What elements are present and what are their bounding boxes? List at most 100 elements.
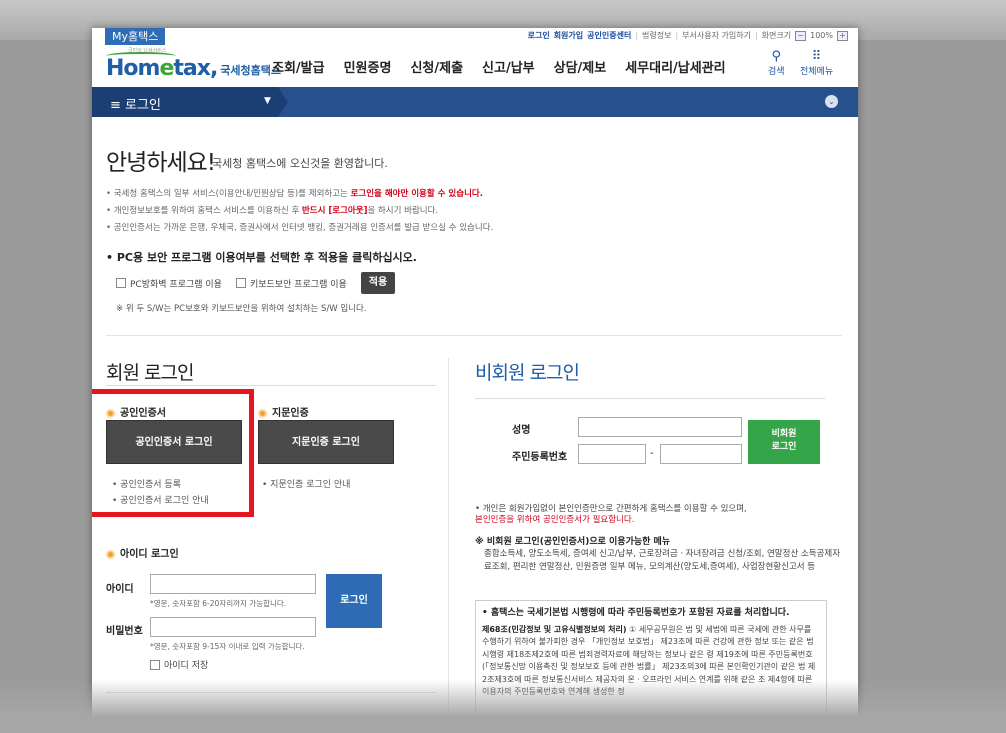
id-hint: *영문, 숫자포함 6-20자리까지 가능합니다. — [150, 599, 287, 608]
divider — [106, 692, 436, 693]
signup-link[interactable]: 회원가입 — [554, 30, 583, 41]
menu-report-payment[interactable]: 신고/납부 — [482, 57, 535, 76]
rrn-label: 주민등록번호 — [512, 452, 568, 463]
name-label: 성명 — [512, 425, 531, 436]
browser-page: My홈택스 로그인 회원가입 공인인증센터 | 법령정보 | 부서사용자 가입하… — [92, 28, 858, 718]
note-2-highlight: 반드시 [로그아웃] — [301, 206, 368, 216]
password-label: 비밀번호 — [106, 626, 143, 637]
note-3: • 공인인증서는 가까운 은행, 우체국, 증권사에서 인터넷 뱅킹, 증권거래… — [106, 223, 494, 233]
logo-tax: tax — [173, 56, 211, 81]
save-id-label: 아이디 저장 — [164, 661, 209, 671]
firewall-label: PC방화벽 프로그램 이용 — [130, 279, 222, 290]
legal-text: ① 세무공무원은 법 및 세법에 따른 국세에 관한 사무를 수행하기 위하여 … — [482, 624, 816, 697]
id-login-title-text: 아이디 로그인 — [120, 549, 179, 560]
menu-consult[interactable]: 상담/제보 — [554, 57, 607, 76]
dept-user-signup-link[interactable]: 부서사용자 가입하기 — [682, 30, 751, 41]
firewall-checkbox[interactable]: PC방화벽 프로그램 이용 — [116, 277, 222, 290]
utility-links: 로그인 회원가입 공인인증센터 | 법령정보 | 부서사용자 가입하기 | 화면… — [528, 30, 848, 41]
caret-down-icon[interactable]: ▼ — [264, 96, 271, 106]
nonmember-menu-title: ※ 비회원 로그인(공인인증서)으로 이용가능한 메뉴 — [475, 537, 671, 547]
name-input[interactable] — [578, 417, 742, 437]
login-link[interactable]: 로그인 — [528, 30, 550, 41]
rrn-back-input[interactable] — [660, 444, 742, 464]
search-label: 검색 — [768, 67, 785, 77]
id-label: 아이디 — [106, 584, 134, 595]
menu-tax-agent[interactable]: 세무대리/납세관리 — [625, 57, 725, 76]
apply-button[interactable]: 적용 — [360, 272, 396, 294]
security-note: ※ 위 두 S/W는 PC보호와 키보드보안을 위하여 설치하는 S/W 입니다… — [116, 304, 367, 314]
legal-article: 제68조(민감정보 및 고유식별정보의 처리) — [482, 624, 627, 634]
search-button[interactable]: ⚲ 검색 — [768, 49, 785, 77]
nonmember-note: • 개인은 회원가입없이 본인인증만으로 간편하게 홈택스를 이용할 수 있으며… — [475, 504, 835, 526]
note-2-text: • 개인정보보호를 위하여 홈택스 서비스를 이용하신 후 — [106, 206, 302, 216]
divider — [106, 385, 436, 386]
grid-icon: ⠿ — [811, 49, 822, 64]
security-options: PC방화벽 프로그램 이용 키보드보안 프로그램 이용 적용 — [116, 272, 396, 294]
greeting-subtitle: 국세청 홈택스에 오신것을 환영합니다. — [212, 157, 388, 170]
separator: | — [675, 31, 679, 40]
cert-center-link[interactable]: 공인인증센터 — [587, 30, 631, 41]
separator: | — [754, 31, 758, 40]
button-line-2: 로그인 — [771, 442, 797, 452]
note-2-tail: 을 하시기 바랍니다. — [367, 206, 439, 216]
keyboard-security-label: 키보드보안 프로그램 이용 — [249, 279, 347, 290]
all-menu-button[interactable]: ⠿ 전체메뉴 — [800, 49, 833, 77]
id-login-button[interactable]: 로그인 — [326, 574, 382, 628]
fingerprint-section-label: 지문인증 — [258, 404, 309, 419]
search-icon: ⚲ — [771, 49, 782, 64]
screen-size-label: 화면크기 — [761, 31, 792, 40]
logo-tagline: 국민의 납세서비스 — [128, 48, 167, 54]
password-input[interactable] — [150, 617, 316, 637]
note-2: • 개인정보보호를 위하여 홈택스 서비스를 이용하신 후 반드시 [로그아웃]… — [106, 203, 493, 220]
menu-inquiry-issue[interactable]: 조회/발급 — [272, 57, 325, 76]
greeting-notes: • 국세청 홈택스의 일부 서비스(이용안내/민원상담 등)를 제외하고는 로그… — [106, 186, 493, 237]
divider — [106, 335, 842, 336]
location-label: ≡ 로그인 — [110, 98, 161, 113]
checkbox-box[interactable] — [150, 659, 160, 670]
fingerprint-label-text: 지문인증 — [272, 408, 309, 419]
all-menu-label: 전체메뉴 — [800, 67, 834, 77]
separator: | — [635, 31, 639, 40]
nonmember-login-button[interactable]: 비회원 로그인 — [748, 420, 820, 464]
password-hint: *영문, 숫자포함 9-15자 이내로 입력 가능합니다. — [150, 642, 305, 651]
rrn-separator: - — [650, 448, 654, 459]
nonmember-note-highlight: 본인인증을 위하여 공인인증서가 필요합니다. — [475, 515, 635, 525]
fingerprint-guide-link[interactable]: • 지문인증 로그인 안내 — [262, 477, 350, 490]
id-login-title: 아이디 로그인 — [106, 545, 179, 560]
utility-bar: My홈택스 로그인 회원가입 공인인증센터 | 법령정보 | 부서사용자 가입하… — [92, 28, 858, 45]
location-arrow — [278, 87, 288, 117]
hometax-logo[interactable]: 국민의 납세서비스 Hometax, 국세청홈택스 — [106, 48, 281, 82]
chevron-down-icon[interactable]: ⌄ — [825, 95, 838, 108]
nonmember-login-title: 비회원 로그인 — [475, 362, 580, 384]
fingerprint-login-button[interactable]: 지문인증 로그인 — [258, 420, 394, 464]
main-menu: 조회/발급 민원증명 신청/제출 신고/납부 상담/제보 세무대리/납세관리 — [272, 57, 745, 76]
legal-notice-box[interactable]: • 홈택스는 국세기본법 시행령에 따라 주민등록번호가 포함된 자료를 처리합… — [475, 600, 827, 718]
note-1-text: • 국세청 홈택스의 일부 서비스(이용안내/민원상담 등)를 제외하고는 — [106, 189, 351, 199]
nonmember-menu-text: 종합소득세, 양도소득세, 증여세 신고/납부, 근로장려금ㆍ자녀장려금 신청/… — [484, 549, 841, 572]
member-login-title: 회원 로그인 — [106, 362, 194, 384]
main-header: 국민의 납세서비스 Hometax, 국세청홈택스 조회/발급 민원증명 신청/… — [92, 45, 858, 87]
legal-body: 제68조(민감정보 및 고유식별정보의 처리) ① 세무공무원은 법 및 세법에… — [482, 624, 820, 699]
save-id-checkbox[interactable]: 아이디 저장 — [150, 658, 208, 671]
zoom-level: 100% — [810, 31, 833, 40]
nonmember-note-line: • 개인은 회원가입없이 본인인증만으로 간편하게 홈택스를 이용할 수 있으며… — [475, 504, 747, 514]
checkbox-box[interactable] — [116, 278, 126, 288]
legal-title: • 홈택스는 국세기본법 시행령에 따라 주민등록번호가 포함된 자료를 처리합… — [482, 608, 790, 618]
my-hometax-tab[interactable]: My홈택스 — [105, 28, 166, 45]
divider — [475, 398, 825, 399]
bullet-icon — [258, 408, 267, 418]
location-bar: ≡ 로그인 ▼ ⌄ — [92, 87, 858, 117]
keyboard-security-checkbox[interactable]: 키보드보안 프로그램 이용 — [235, 277, 347, 290]
note-1: • 국세청 홈택스의 일부 서비스(이용안내/민원상담 등)를 제외하고는 로그… — [106, 186, 493, 203]
button-line-1: 비회원 — [771, 429, 797, 439]
law-info-link[interactable]: 법령정보 — [642, 30, 671, 41]
security-title: • PC용 보안 프로그램 이용여부를 선택한 후 적용을 클릭하십시오. — [106, 251, 417, 264]
note-1-highlight: 로그인을 해야만 이용할 수 있습니다. — [350, 189, 483, 199]
menu-application[interactable]: 신청/제출 — [410, 57, 463, 76]
zoom-out-button[interactable]: − — [795, 30, 807, 41]
rrn-front-input[interactable] — [578, 444, 646, 464]
menu-civil-certificate[interactable]: 민원증명 — [344, 57, 392, 76]
zoom-in-button[interactable]: + — [837, 30, 848, 41]
id-input[interactable] — [150, 574, 316, 594]
checkbox-box[interactable] — [235, 278, 246, 288]
